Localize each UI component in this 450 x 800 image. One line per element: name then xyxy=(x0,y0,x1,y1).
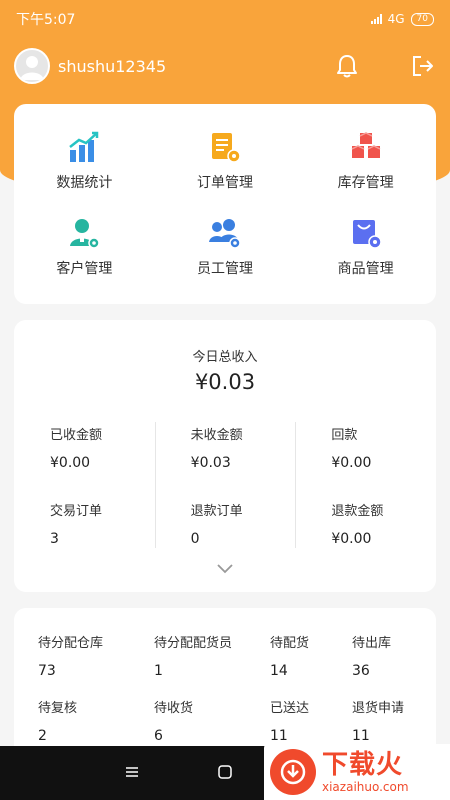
menu-label: 订单管理 xyxy=(196,175,253,191)
income-title: 今日总收入 xyxy=(192,350,258,365)
order-count: 2 xyxy=(38,728,47,744)
stat-column: 回款 ¥0.00 退款金额 ¥0.00 xyxy=(295,420,436,572)
menu-label: 数据统计 xyxy=(56,175,113,191)
menu-label: 员工管理 xyxy=(196,261,253,277)
stat-item: 退款订单 0 xyxy=(191,500,296,572)
menu-staff-management[interactable]: 员工管理 xyxy=(155,204,296,290)
product-icon xyxy=(352,220,382,249)
order-status-item[interactable]: 待配货 14 xyxy=(270,632,352,679)
income-total: ¥0.03 xyxy=(194,370,256,394)
order-count: 11 xyxy=(352,728,370,744)
stat-item: 交易订单 3 xyxy=(50,500,155,572)
stat-label: 已收金额 xyxy=(50,428,103,443)
stat-item: 退款金额 ¥0.00 xyxy=(331,500,436,572)
avatar[interactable] xyxy=(14,48,50,84)
stat-label: 退款金额 xyxy=(331,504,384,519)
order-label: 待分配仓库 xyxy=(38,636,104,651)
menu-icon[interactable] xyxy=(124,764,140,780)
network-label: 4G xyxy=(387,12,405,26)
stat-value: 3 xyxy=(50,531,59,547)
stat-item: 已收金额 ¥0.00 xyxy=(50,424,155,496)
order-label: 待出库 xyxy=(352,636,392,651)
status-time: 下午5:07 xyxy=(16,12,76,28)
order-label: 待分配配货员 xyxy=(154,636,233,651)
menu-product-management[interactable]: 商品管理 xyxy=(295,204,436,290)
stat-label: 回款 xyxy=(331,428,358,443)
menu-label: 商品管理 xyxy=(337,261,394,277)
stat-value: ¥0.00 xyxy=(50,455,91,471)
app-header: shushu12345 xyxy=(0,44,450,88)
order-label: 待复核 xyxy=(38,701,78,716)
signal-icon xyxy=(370,14,382,24)
order-label: 待配货 xyxy=(270,636,310,651)
status-bar: 下午5:07 4G 70 xyxy=(0,0,450,38)
bell-icon[interactable] xyxy=(334,53,360,79)
stat-column: 已收金额 ¥0.00 交易订单 3 xyxy=(14,420,155,572)
menu-label: 客户管理 xyxy=(56,261,113,277)
logout-icon[interactable] xyxy=(410,53,436,79)
battery-icon: 70 xyxy=(410,12,434,26)
stat-label: 退款订单 xyxy=(190,504,243,519)
stat-value: ¥0.00 xyxy=(331,531,372,547)
order-label: 待收货 xyxy=(154,701,194,716)
order-label: 已送达 xyxy=(270,701,310,716)
stat-label: 未收金额 xyxy=(190,428,243,443)
order-count: 6 xyxy=(154,728,163,744)
watermark-title: 下载火 xyxy=(322,750,404,780)
menu-inventory-management[interactable]: 库存管理 xyxy=(295,118,436,204)
order-count: 11 xyxy=(270,728,288,744)
chevron-down-icon[interactable] xyxy=(216,562,234,574)
order-status-grid: 待分配仓库 73 待分配配货员 1 待配货 14 待出库 36 待复核 2 待收货 6 已送… xyxy=(38,632,426,744)
order-status-item[interactable]: 待分配仓库 73 xyxy=(38,632,154,679)
order-status-item[interactable]: 已送达 11 xyxy=(270,697,352,744)
order-count: 73 xyxy=(38,663,56,679)
stat-column: 未收金额 ¥0.03 退款订单 0 xyxy=(154,420,296,572)
watermark: 下载火 xiazaihuo.com xyxy=(264,744,450,800)
order-status-item[interactable]: 待出库 36 xyxy=(352,632,442,679)
menu-label: 库存管理 xyxy=(337,175,394,191)
stat-label: 交易订单 xyxy=(50,504,103,519)
income-summary-card: 今日总收入 ¥0.03 已收金额 ¥0.00 交易订单 3 未收金额 ¥0.03… xyxy=(14,320,436,592)
stat-item: 未收金额 ¥0.03 xyxy=(191,424,296,496)
order-count: 36 xyxy=(352,663,370,679)
user-silhouette-icon xyxy=(20,56,44,80)
order-count: 14 xyxy=(270,663,288,679)
order-count: 1 xyxy=(154,663,163,679)
order-status-item[interactable]: 待分配配货员 1 xyxy=(154,632,270,679)
customer-icon xyxy=(70,219,101,249)
menu-order-management[interactable]: 订单管理 xyxy=(155,118,296,204)
order-icon xyxy=(211,133,241,163)
order-status-item[interactable]: 待复核 2 xyxy=(38,697,154,744)
watermark-logo-icon xyxy=(270,749,316,795)
stat-item: 回款 ¥0.00 xyxy=(331,424,436,496)
watermark-text: 下载火 xiazaihuo.com xyxy=(322,750,409,794)
order-label: 退货申请 xyxy=(352,701,405,716)
income-stats: 已收金额 ¥0.00 交易订单 3 未收金额 ¥0.03 退款订单 0 回款 ¥… xyxy=(14,420,436,572)
menu-data-statistics[interactable]: 数据统计 xyxy=(14,118,155,204)
inventory-icon xyxy=(351,132,380,158)
function-menu: 数据统计 订单管理 库存管理 客户管理 员工管理 商品管理 xyxy=(14,104,436,304)
home-icon[interactable] xyxy=(217,764,233,780)
chart-icon xyxy=(69,131,99,162)
username: shushu12345 xyxy=(58,56,167,76)
order-status-item[interactable]: 待收货 6 xyxy=(154,697,270,744)
order-status-item[interactable]: 退货申请 11 xyxy=(352,697,442,744)
stat-value: ¥0.03 xyxy=(190,455,231,471)
watermark-url: xiazaihuo.com xyxy=(322,780,409,794)
stat-value: 0 xyxy=(190,531,200,547)
menu-customer-management[interactable]: 客户管理 xyxy=(14,204,155,290)
staff-icon xyxy=(208,219,241,249)
stat-value: ¥0.00 xyxy=(331,455,372,471)
